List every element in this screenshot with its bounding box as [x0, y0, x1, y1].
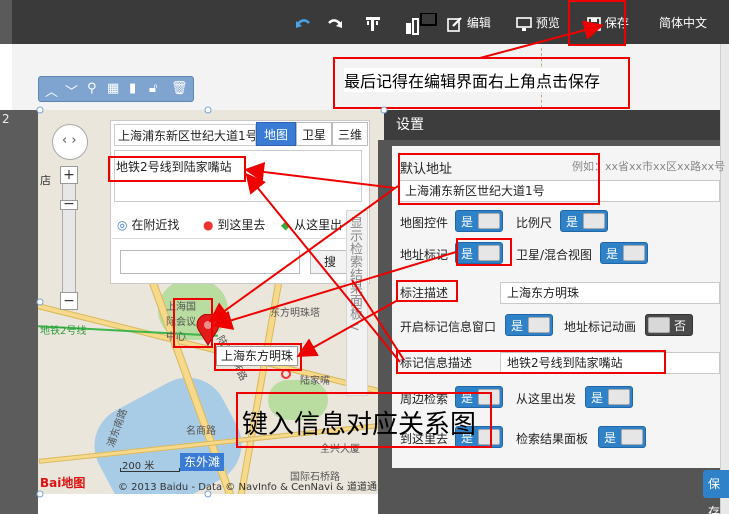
annotation-arrows — [36, 20, 604, 498]
